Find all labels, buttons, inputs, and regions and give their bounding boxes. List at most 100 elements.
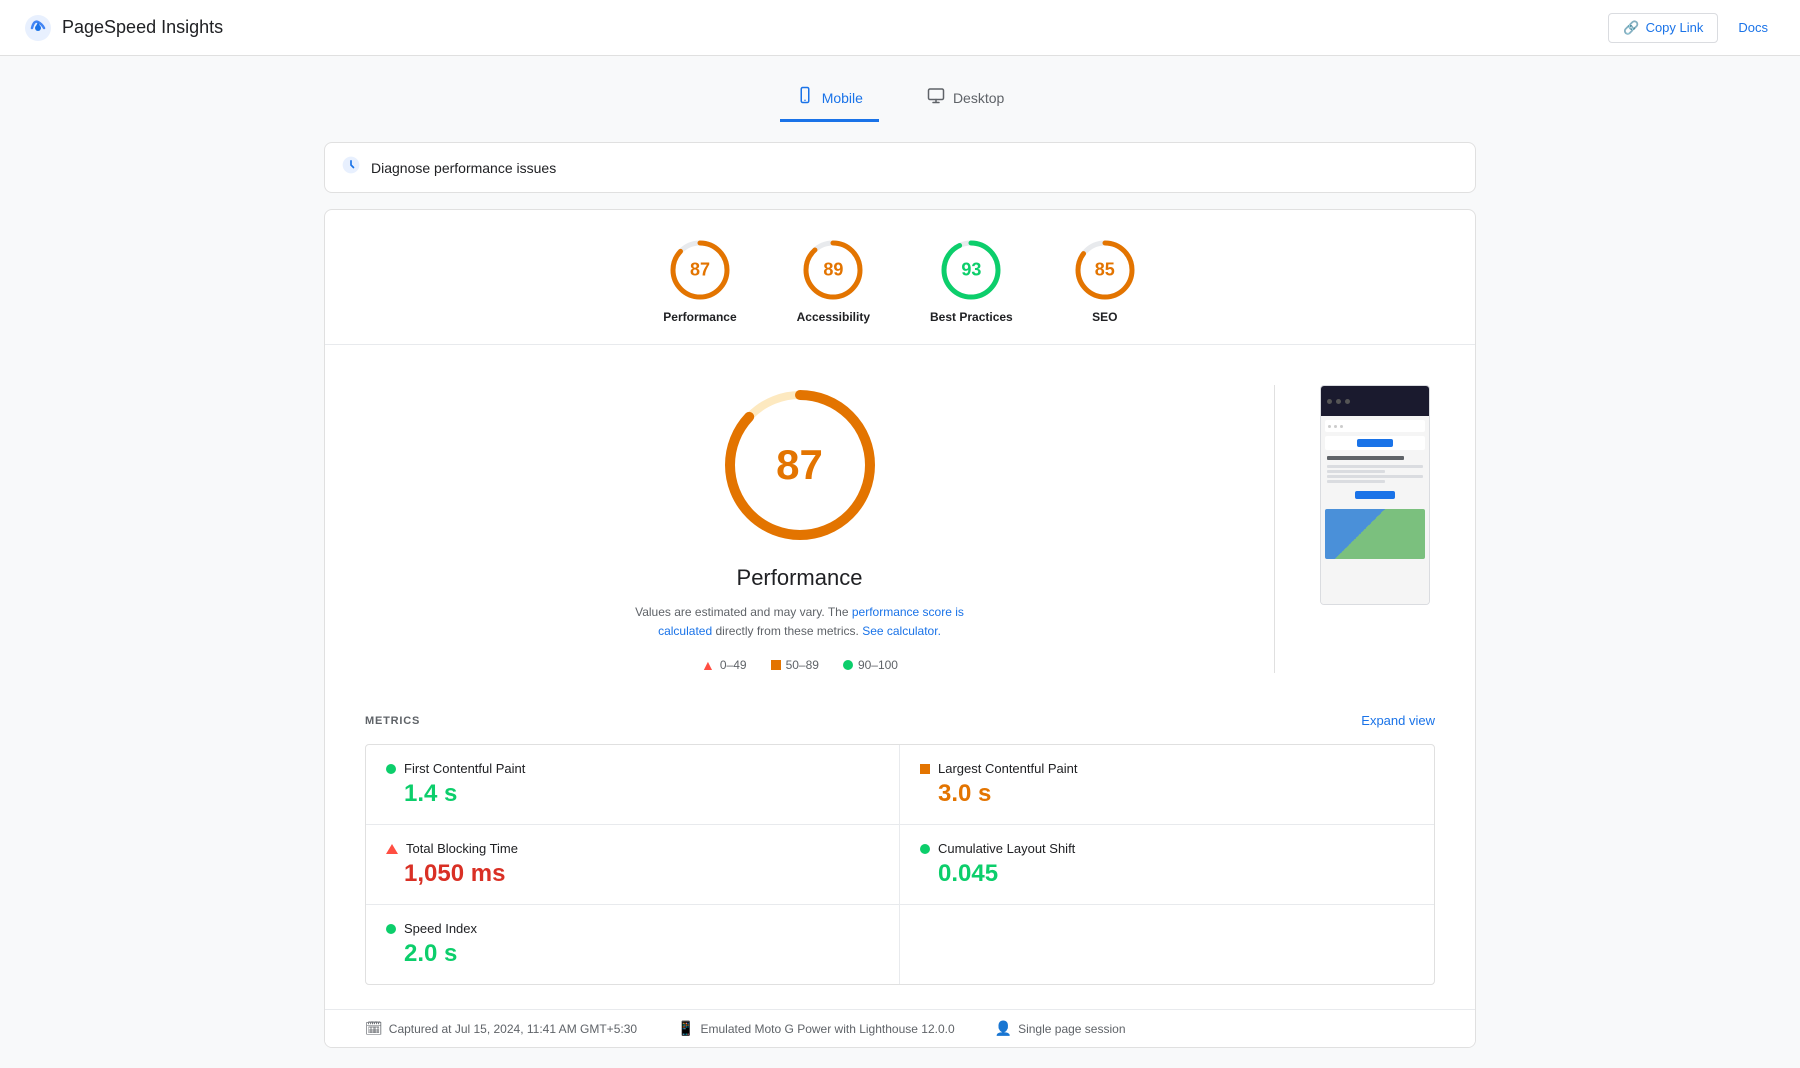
score-item-best-practices: 93 Best Practices	[930, 238, 1013, 324]
seo-circle: 85	[1073, 238, 1137, 302]
header: PageSpeed Insights 🔗 Copy Link Docs	[0, 0, 1800, 56]
performance-circle: 87	[668, 238, 732, 302]
logo-area: PageSpeed Insights	[24, 14, 223, 42]
section-divider	[1274, 385, 1275, 673]
user-icon: 👤	[995, 1020, 1012, 1037]
score-item-accessibility: 89 Accessibility	[797, 238, 870, 324]
large-performance-score: 87	[776, 441, 823, 489]
desktop-icon	[927, 86, 945, 109]
red-triangle-icon: ▲	[701, 657, 715, 673]
captured-text: Captured at Jul 15, 2024, 11:41 AM GMT+5…	[389, 1022, 637, 1036]
fcp-indicator	[386, 764, 396, 774]
tab-mobile-label: Mobile	[822, 90, 863, 106]
main-content: Mobile Desktop Diagnose performance issu…	[300, 56, 1500, 1068]
footer-device: 📱 Emulated Moto G Power with Lighthouse …	[677, 1020, 955, 1037]
docs-link[interactable]: Docs	[1730, 14, 1776, 41]
ss-text-line-2	[1327, 470, 1385, 473]
tbt-value: 1,050 ms	[404, 860, 879, 888]
si-name-row: Speed Index	[386, 921, 879, 936]
metrics-section: METRICS Expand view First Contentful Pai…	[325, 713, 1475, 1009]
fcp-name: First Contentful Paint	[404, 761, 525, 776]
metric-cls: Cumulative Layout Shift 0.045	[900, 825, 1434, 905]
score-legend: ▲ 0–49 50–89 90–100	[701, 657, 898, 673]
metrics-title: METRICS	[365, 715, 420, 727]
large-performance-circle: 87	[720, 385, 880, 545]
cls-indicator	[920, 844, 930, 854]
ss-text-line-4	[1327, 480, 1385, 483]
score-item-seo: 85 SEO	[1073, 238, 1137, 324]
legend-red: ▲ 0–49	[701, 657, 747, 673]
footer-captured: 🗓 Captured at Jul 15, 2024, 11:41 AM GMT…	[365, 1020, 637, 1037]
ss-title-line	[1327, 456, 1404, 460]
lcp-indicator	[920, 764, 930, 774]
best-practices-label: Best Practices	[930, 310, 1013, 324]
metric-fcp: First Contentful Paint 1.4 s	[366, 745, 900, 825]
si-name: Speed Index	[404, 921, 477, 936]
cls-value: 0.045	[938, 860, 1414, 888]
performance-detail: 87 Performance Values are estimated and …	[365, 385, 1234, 673]
diagnose-banner[interactable]: Diagnose performance issues	[324, 142, 1476, 193]
copy-link-label: Copy Link	[1646, 20, 1704, 35]
browser-dot-3	[1345, 399, 1350, 404]
site-screenshot	[1320, 385, 1430, 605]
green-dot-icon	[843, 660, 853, 670]
accessibility-label: Accessibility	[797, 310, 870, 324]
footer-session: 👤 Single page session	[995, 1020, 1126, 1037]
si-value: 2.0 s	[404, 940, 879, 968]
device-text: Emulated Moto G Power with Lighthouse 12…	[700, 1022, 954, 1036]
tbt-name-row: Total Blocking Time	[386, 841, 879, 856]
tab-desktop-label: Desktop	[953, 90, 1004, 106]
legend-red-label: 0–49	[720, 658, 747, 672]
device-icon: 📱	[677, 1020, 694, 1037]
seo-label: SEO	[1092, 310, 1117, 324]
tab-desktop[interactable]: Desktop	[911, 76, 1020, 122]
header-actions: 🔗 Copy Link Docs	[1608, 13, 1776, 43]
performance-label: Performance	[663, 310, 736, 324]
lcp-name: Largest Contentful Paint	[938, 761, 1077, 776]
best-practices-circle: 93	[939, 238, 1003, 302]
tbt-indicator	[386, 844, 398, 854]
accessibility-circle: 89	[801, 238, 865, 302]
device-tabs: Mobile Desktop	[324, 76, 1476, 122]
tbt-name: Total Blocking Time	[406, 841, 518, 856]
legend-green: 90–100	[843, 657, 898, 673]
perf-calc-link[interactable]: See calculator.	[862, 624, 941, 638]
cls-name-row: Cumulative Layout Shift	[920, 841, 1414, 856]
accessibility-score: 89	[823, 260, 843, 281]
screenshot-text-block	[1325, 454, 1425, 485]
diagnose-icon	[341, 155, 361, 180]
legend-orange-label: 50–89	[786, 658, 819, 672]
fcp-value: 1.4 s	[404, 780, 879, 808]
mobile-icon	[796, 86, 814, 109]
metric-lcp: Largest Contentful Paint 3.0 s	[900, 745, 1434, 825]
seo-score: 85	[1095, 260, 1115, 281]
footer-bar: 🗓 Captured at Jul 15, 2024, 11:41 AM GMT…	[325, 1009, 1475, 1047]
legend-green-label: 90–100	[858, 658, 898, 672]
tab-mobile[interactable]: Mobile	[780, 76, 879, 122]
score-summary: 87 Performance 89 Accessibility	[325, 210, 1475, 345]
browser-dot-1	[1327, 399, 1332, 404]
perf-desc-text2: directly from these metrics.	[712, 624, 862, 638]
fcp-name-row: First Contentful Paint	[386, 761, 879, 776]
orange-square-icon	[771, 660, 781, 670]
screenshot-content	[1321, 416, 1429, 604]
nav-dot-1	[1328, 425, 1331, 428]
performance-title: Performance	[737, 565, 863, 591]
nav-dot-2	[1334, 425, 1337, 428]
screenshot-image-bottom	[1325, 509, 1425, 559]
ss-text-line-1	[1327, 465, 1423, 468]
lcp-name-row: Largest Contentful Paint	[920, 761, 1414, 776]
app-title: PageSpeed Insights	[62, 17, 223, 38]
lcp-value: 3.0 s	[938, 780, 1414, 808]
legend-orange: 50–89	[771, 657, 819, 673]
metric-empty	[900, 905, 1434, 984]
performance-description: Values are estimated and may vary. The p…	[610, 603, 990, 641]
best-practices-score: 93	[961, 260, 981, 281]
copy-link-button[interactable]: 🔗 Copy Link	[1608, 13, 1718, 43]
link-icon: 🔗	[1623, 20, 1639, 36]
calendar-icon: 🗓	[365, 1020, 383, 1037]
metrics-grid: First Contentful Paint 1.4 s Largest Con…	[365, 744, 1435, 985]
metrics-header: METRICS Expand view	[365, 713, 1435, 728]
expand-view-button[interactable]: Expand view	[1361, 713, 1435, 728]
detail-section: 87 Performance Values are estimated and …	[325, 345, 1475, 713]
